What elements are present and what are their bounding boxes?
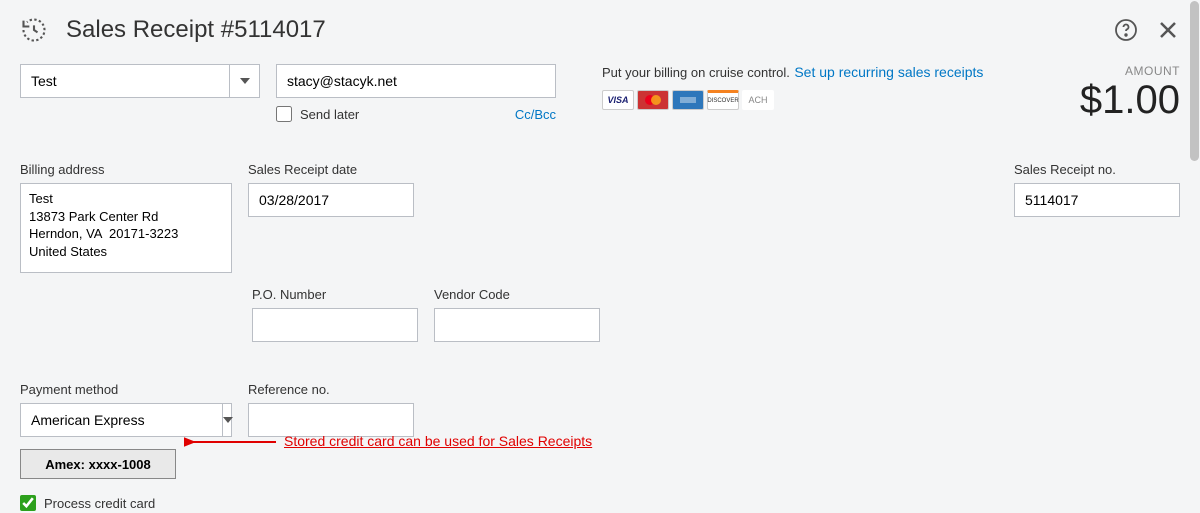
stored-card-button[interactable]: Amex: xxxx-1008 (20, 449, 176, 479)
scrollbar[interactable] (1189, 0, 1200, 513)
scrollbar-thumb[interactable] (1190, 1, 1199, 161)
mastercard-icon (637, 90, 669, 110)
customer-caret-icon[interactable] (229, 65, 259, 97)
amount-value: $1.00 (1040, 78, 1180, 122)
vendor-code-label: Vendor Code (434, 287, 600, 302)
payment-method-caret-icon[interactable] (222, 404, 233, 436)
receipt-no-input[interactable] (1014, 183, 1180, 217)
amount-label: AMOUNT (1040, 64, 1180, 78)
payment-method-select[interactable] (20, 403, 232, 437)
cc-bcc-link[interactable]: Cc/Bcc (515, 107, 556, 122)
customer-select[interactable] (20, 64, 260, 98)
recurring-receipts-link[interactable]: Set up recurring sales receipts (794, 64, 983, 80)
ach-icon: ACH (742, 90, 774, 110)
close-icon[interactable] (1156, 18, 1180, 42)
history-icon[interactable] (20, 16, 48, 44)
billing-address-input[interactable] (20, 183, 232, 273)
help-icon[interactable] (1114, 18, 1138, 42)
receipt-no-label: Sales Receipt no. (1014, 162, 1180, 177)
send-later-input[interactable] (276, 106, 292, 122)
receipt-date-label: Sales Receipt date (248, 162, 414, 177)
page-title: Sales Receipt #5114017 (66, 16, 1114, 44)
amex-icon (672, 90, 704, 110)
discover-icon: DISCOVER (707, 90, 739, 110)
vendor-code-input[interactable] (434, 308, 600, 342)
payment-method-label: Payment method (20, 382, 232, 397)
payment-card-icons: VISA DISCOVER ACH (602, 90, 1024, 110)
po-number-label: P.O. Number (252, 287, 418, 302)
promo-text: Put your billing on cruise control. (602, 65, 790, 80)
reference-no-label: Reference no. (248, 382, 414, 397)
process-credit-card-checkbox[interactable] (20, 495, 36, 511)
po-number-input[interactable] (252, 308, 418, 342)
billing-address-label: Billing address (20, 162, 232, 177)
receipt-date-input[interactable] (248, 183, 414, 217)
reference-no-input[interactable] (248, 403, 414, 437)
process-credit-card-label: Process credit card (44, 496, 155, 511)
visa-icon: VISA (602, 90, 634, 110)
send-later-checkbox[interactable]: Send later (276, 106, 359, 122)
customer-input[interactable] (21, 65, 229, 97)
payment-method-input[interactable] (21, 404, 222, 436)
email-input[interactable] (276, 64, 556, 98)
send-later-label: Send later (300, 107, 359, 122)
